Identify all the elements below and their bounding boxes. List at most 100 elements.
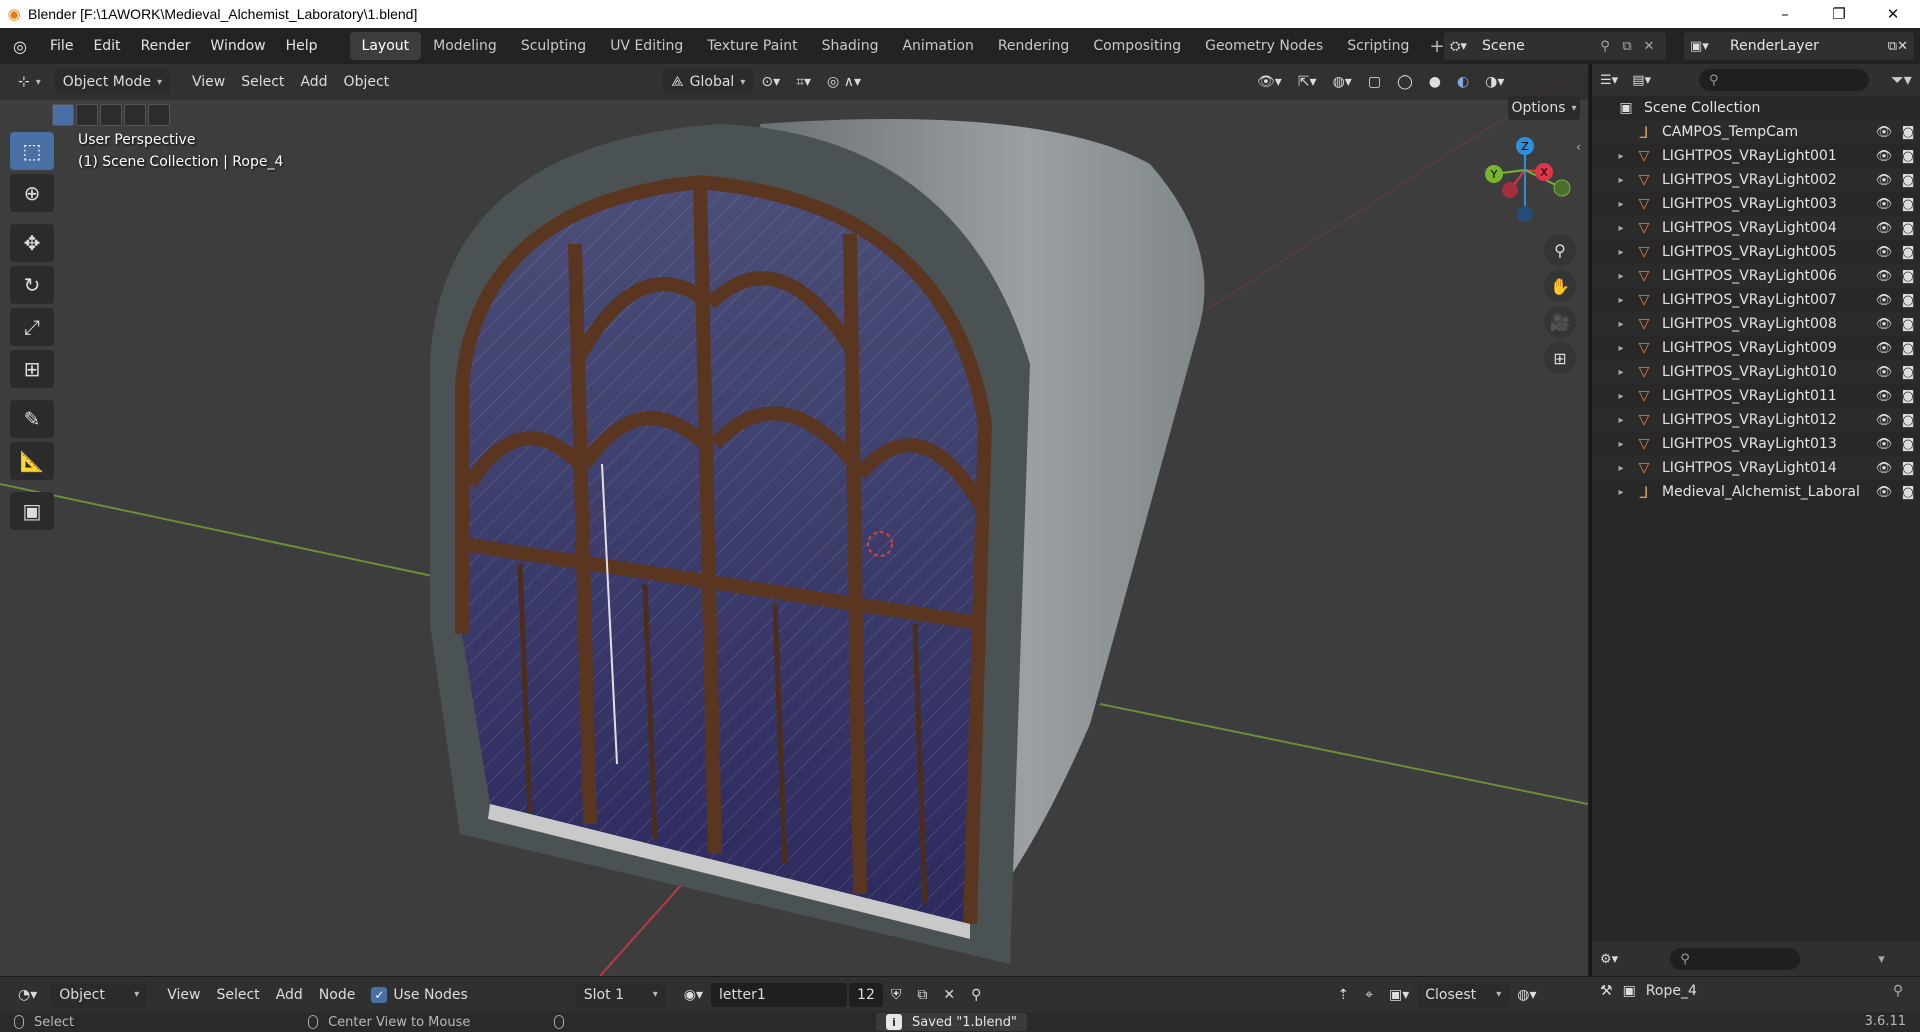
display-mode-icon[interactable]: ▤▾ bbox=[1632, 73, 1651, 88]
outliner-item[interactable]: ▸ ▽ LIGHTPOS_VRayLight002 👁 ◙ bbox=[1592, 168, 1920, 192]
menu-window[interactable]: Window bbox=[200, 28, 275, 64]
outliner-item-name[interactable]: LIGHTPOS_VRayLight007 bbox=[1656, 292, 1872, 308]
visibility-eye-icon[interactable]: 👁 bbox=[1872, 389, 1896, 404]
options-dropdown[interactable]: Options ▾ bbox=[1508, 96, 1580, 120]
visibility-eye-icon[interactable]: 👁 bbox=[1872, 437, 1896, 452]
render-camera-icon[interactable]: ◙ bbox=[1896, 317, 1920, 332]
blender-menu-icon[interactable]: ◎ bbox=[0, 28, 40, 64]
snap-mode-dropdown[interactable]: Closest ▾ bbox=[1417, 981, 1510, 1008]
viewport-menu-select[interactable]: Select bbox=[233, 69, 292, 95]
visibility-eye-icon[interactable]: 👁 bbox=[1872, 293, 1896, 308]
3d-viewport[interactable]: Z X Y ⊹ ▾ Object Mode ▾ View Select Add Ob… bbox=[0, 64, 1588, 976]
zoom-icon[interactable]: ⚲ bbox=[1544, 234, 1576, 266]
scale-icon[interactable]: ⤢ bbox=[10, 308, 54, 346]
maximize-button[interactable]: ❐ bbox=[1812, 0, 1866, 28]
render-camera-icon[interactable]: ◙ bbox=[1896, 365, 1920, 380]
use-nodes-checkbox[interactable]: ✓ bbox=[371, 986, 388, 1003]
render-camera-icon[interactable]: ◙ bbox=[1896, 389, 1920, 404]
material-users-count[interactable]: 12 bbox=[849, 982, 883, 1007]
tab-layout[interactable]: Layout bbox=[349, 32, 422, 60]
scene-name[interactable]: Scene bbox=[1478, 38, 1594, 54]
outliner-search-input[interactable]: ⚲ bbox=[1699, 69, 1869, 91]
outliner-item[interactable]: ▸ ▽ LIGHTPOS_VRayLight013 👁 ◙ bbox=[1592, 432, 1920, 456]
minimize-button[interactable]: – bbox=[1758, 0, 1812, 28]
select-intersect-icon[interactable] bbox=[148, 104, 170, 126]
expand-arrow-icon[interactable]: ▸ bbox=[1610, 439, 1632, 450]
expand-arrow-icon[interactable]: ▸ bbox=[1610, 391, 1632, 402]
gizmo-neg-y-axis[interactable] bbox=[1553, 179, 1571, 197]
expand-arrow-icon[interactable]: ▸ bbox=[1610, 199, 1632, 210]
expand-arrow-icon[interactable]: ▸ bbox=[1610, 415, 1632, 426]
pin-node-tree-icon[interactable]: ⚲ bbox=[963, 982, 989, 1008]
transform-orientation-dropdown[interactable]: ⟁ Global ▾ bbox=[663, 69, 754, 95]
view-layer-selector[interactable]: ▣▾ RenderLayer ⧉ ✕ bbox=[1684, 32, 1914, 60]
node-editor-type-icon[interactable]: ◔▾ bbox=[10, 982, 45, 1008]
visibility-eye-icon[interactable]: 👁 bbox=[1872, 317, 1896, 332]
outliner-item-name[interactable]: LIGHTPOS_VRayLight008 bbox=[1656, 316, 1872, 332]
viewport-menu-add[interactable]: Add bbox=[292, 69, 335, 95]
new-view-layer-icon[interactable]: ⧉ bbox=[1888, 39, 1897, 54]
select-invert-icon[interactable] bbox=[124, 104, 146, 126]
render-camera-icon[interactable]: ◙ bbox=[1896, 269, 1920, 284]
expand-arrow-icon[interactable]: ▸ bbox=[1610, 247, 1632, 258]
expand-arrow-icon[interactable]: ▸ bbox=[1610, 343, 1632, 354]
delete-view-layer-icon[interactable]: ✕ bbox=[1897, 39, 1908, 54]
sidebar-toggle-icon[interactable]: ‹ bbox=[1576, 140, 1581, 154]
visibility-eye-icon[interactable]: 👁 bbox=[1872, 269, 1896, 284]
material-browse-icon[interactable]: ◉▾ bbox=[676, 982, 711, 1008]
outliner-item[interactable]: ▸ ▽ LIGHTPOS_VRayLight004 👁 ◙ bbox=[1592, 216, 1920, 240]
view-layer-name[interactable]: RenderLayer bbox=[1730, 38, 1888, 54]
gizmo-neg-x-axis[interactable] bbox=[1502, 182, 1518, 198]
outliner-item-name[interactable]: LIGHTPOS_VRayLight014 bbox=[1656, 460, 1872, 476]
unlink-material-icon[interactable]: ✕ bbox=[935, 982, 963, 1008]
render-camera-icon[interactable]: ◙ bbox=[1896, 221, 1920, 236]
filter-icon[interactable]: ⏷▾ bbox=[1891, 70, 1912, 90]
visibility-eye-icon[interactable]: 👁 bbox=[1872, 341, 1896, 356]
render-camera-icon[interactable]: ◙ bbox=[1896, 197, 1920, 212]
visibility-eye-icon[interactable]: 👁 bbox=[1872, 365, 1896, 380]
node-menu-node[interactable]: Node bbox=[311, 982, 364, 1008]
editor-type-icon[interactable]: ⊹ ▾ bbox=[10, 69, 49, 95]
outliner-item-name[interactable]: LIGHTPOS_VRayLight010 bbox=[1656, 364, 1872, 380]
pivot-point-icon[interactable]: ⊙▾ bbox=[753, 69, 788, 95]
fake-user-icon[interactable]: ⛨ bbox=[883, 982, 910, 1008]
viewport-menu-view[interactable]: View bbox=[184, 69, 233, 95]
menu-render[interactable]: Render bbox=[131, 28, 201, 64]
scene-selector[interactable]: ⛭▾ Scene ⚲ ⧉ ✕ bbox=[1444, 32, 1666, 60]
snap-icon[interactable]: ⌗▾ bbox=[788, 69, 819, 95]
outliner-item[interactable]: ▸ ▽ LIGHTPOS_VRayLight007 👁 ◙ bbox=[1592, 288, 1920, 312]
expand-arrow-icon[interactable]: ▸ bbox=[1610, 175, 1632, 186]
outliner-item-name[interactable]: LIGHTPOS_VRayLight012 bbox=[1656, 412, 1872, 428]
measure-icon[interactable]: 📐 bbox=[10, 442, 54, 480]
report-message[interactable]: i Saved "1.blend" bbox=[876, 1013, 1028, 1031]
tab-compositing[interactable]: Compositing bbox=[1081, 32, 1193, 60]
add-cube-icon[interactable]: ▣ bbox=[10, 492, 54, 530]
shading-rendered-icon[interactable]: ◑▾ bbox=[1477, 69, 1512, 95]
outliner-item[interactable]: ▸ ▽ LIGHTPOS_VRayLight005 👁 ◙ bbox=[1592, 240, 1920, 264]
outliner-item-name[interactable]: LIGHTPOS_VRayLight013 bbox=[1656, 436, 1872, 452]
outliner-item-name[interactable]: LIGHTPOS_VRayLight002 bbox=[1656, 172, 1872, 188]
active-object-field[interactable]: ⚒ ▣ Rope_4 ⚲ bbox=[1600, 983, 1903, 999]
close-button[interactable]: ✕ bbox=[1866, 0, 1920, 28]
duplicate-material-icon[interactable]: ⧉ bbox=[909, 982, 935, 1008]
tab-scripting[interactable]: Scripting bbox=[1335, 32, 1421, 60]
menu-help[interactable]: Help bbox=[276, 28, 328, 64]
gizmo-neg-z-axis[interactable] bbox=[1517, 206, 1533, 222]
properties-editor-icon[interactable]: ⚙▾ bbox=[1600, 952, 1618, 967]
visibility-eye-icon[interactable]: 👁 bbox=[1872, 461, 1896, 476]
overlay-toggle-icon[interactable]: ◍▾ bbox=[1325, 69, 1360, 95]
tab-modeling[interactable]: Modeling bbox=[421, 32, 509, 60]
render-camera-icon[interactable]: ◙ bbox=[1896, 125, 1920, 140]
select-box-icon[interactable]: ⬚ bbox=[10, 132, 54, 170]
visibility-eye-icon[interactable]: 👁 bbox=[1872, 197, 1896, 212]
editor-object-dropdown[interactable]: Object ▾ bbox=[51, 981, 148, 1008]
outliner-item[interactable]: ⅃ CAMPOS_TempCam 👁 ◙ bbox=[1592, 120, 1920, 144]
expand-arrow-icon[interactable]: ▸ bbox=[1610, 223, 1632, 234]
expand-arrow-icon[interactable]: ▸ bbox=[1610, 151, 1632, 162]
visibility-eye-icon[interactable]: 👁 bbox=[1872, 221, 1896, 236]
outliner-item[interactable]: ▸ ▽ LIGHTPOS_VRayLight012 👁 ◙ bbox=[1592, 408, 1920, 432]
visibility-eye-icon[interactable]: 👁 bbox=[1872, 125, 1896, 140]
render-camera-icon[interactable]: ◙ bbox=[1896, 413, 1920, 428]
outliner-editor-icon[interactable]: ☰▾ bbox=[1600, 73, 1618, 88]
shading-solid-icon[interactable]: ● bbox=[1421, 69, 1449, 95]
